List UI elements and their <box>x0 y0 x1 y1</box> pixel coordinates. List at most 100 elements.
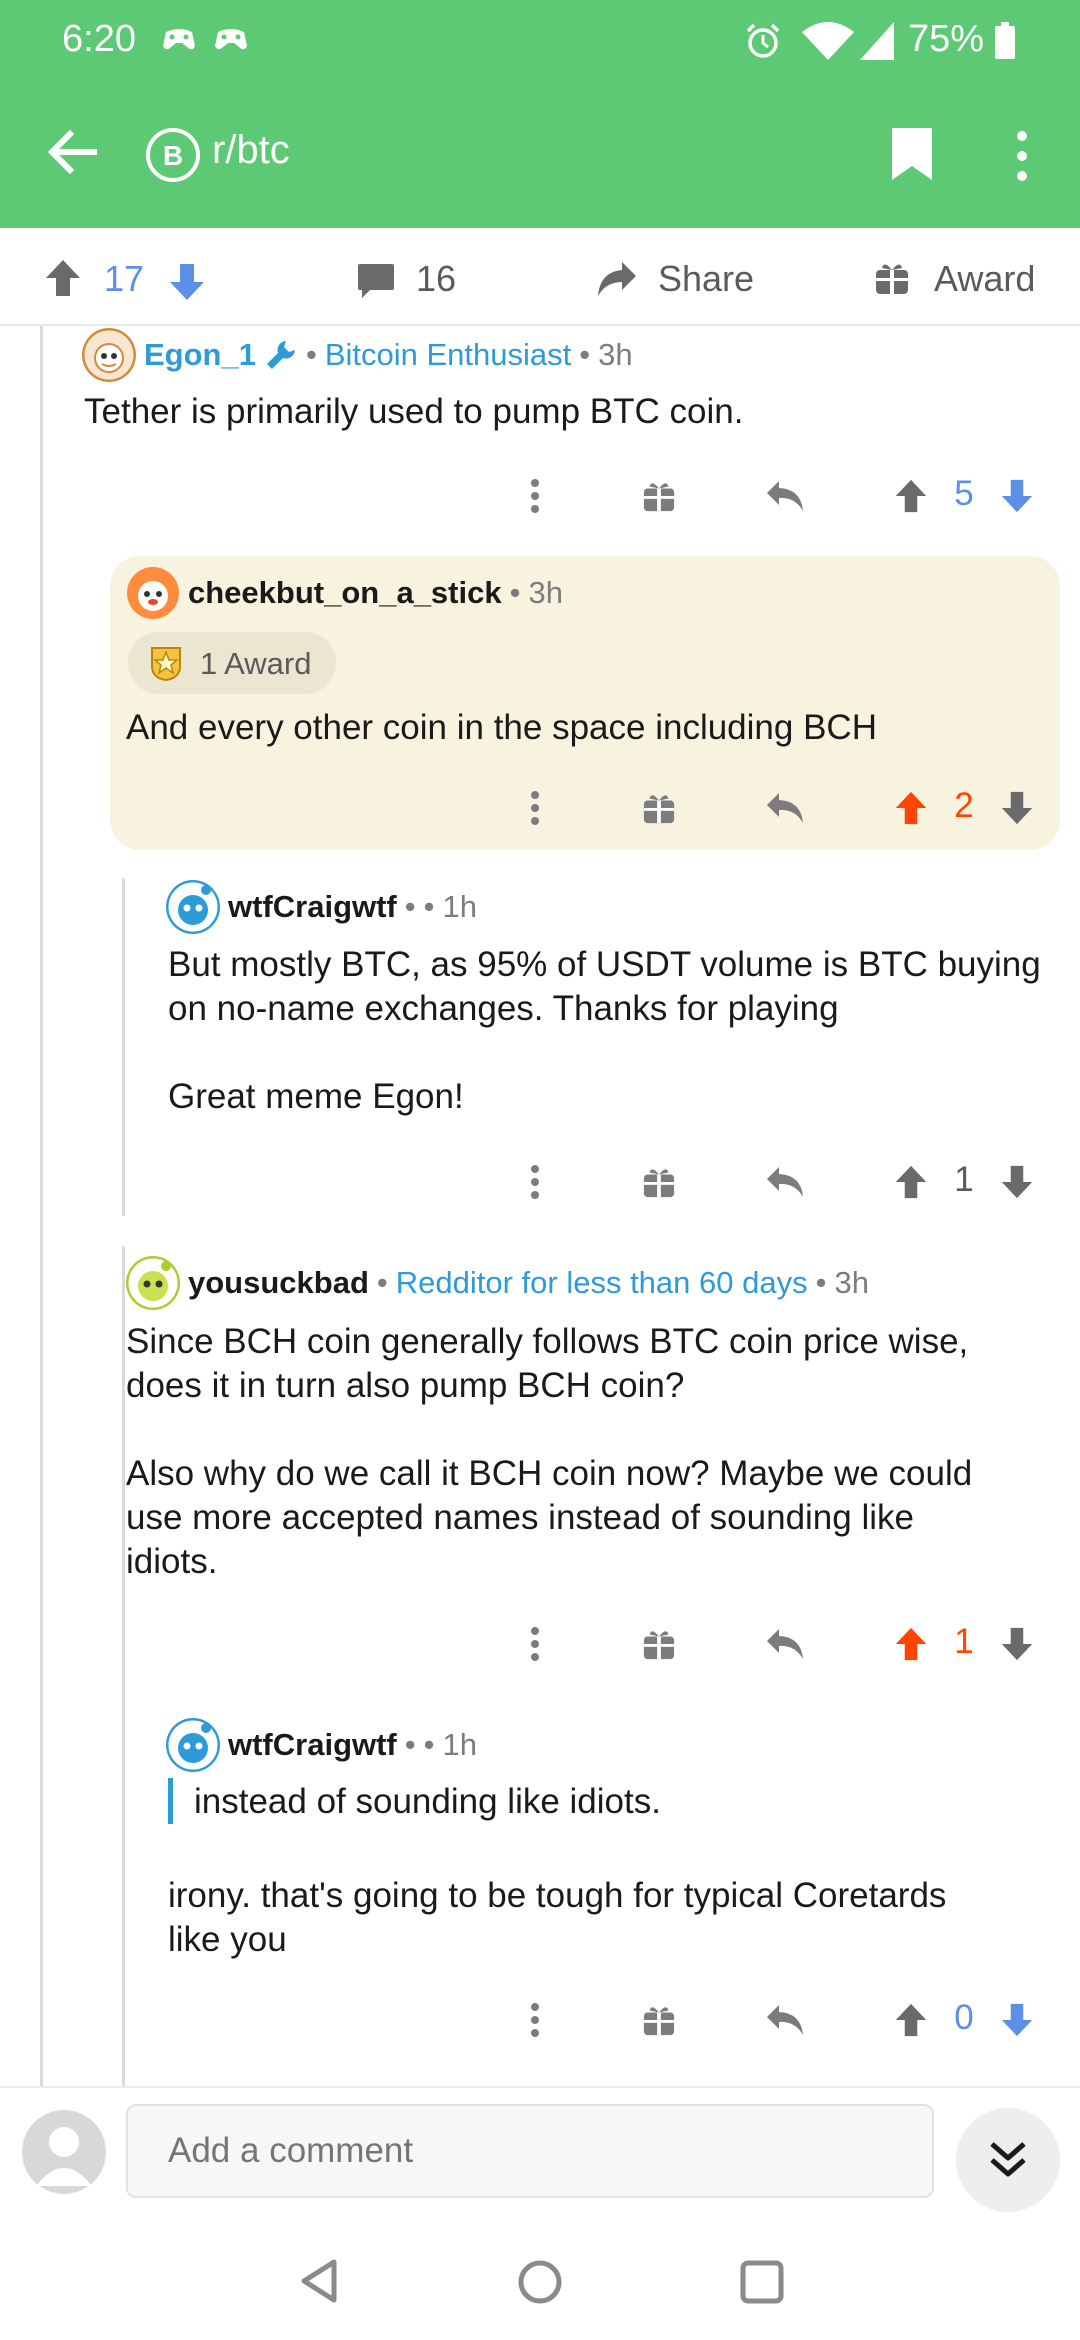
app-header: 6:20 75% B r/btc <box>0 0 1080 228</box>
back-arrow-icon[interactable] <box>40 120 104 184</box>
comment-count: 16 <box>416 258 457 299</box>
comment-body: irony. that's going to be tough for typi… <box>168 1876 947 1959</box>
username[interactable]: Egon_1 <box>144 337 256 373</box>
quote-bar <box>168 1778 173 1824</box>
comment-header: yousuckbad • Redditor for less than 60 d… <box>126 1256 869 1310</box>
separator: • <box>423 1727 435 1762</box>
upvote-icon[interactable] <box>886 1990 936 2050</box>
comment-actions: 0 <box>510 1990 1050 2050</box>
upvote-icon[interactable] <box>886 1152 936 1212</box>
more-options-icon[interactable] <box>510 1614 560 1674</box>
battery-percent: 75% <box>907 18 984 60</box>
comment-score: 5 <box>954 474 974 513</box>
post-action-bar: 17 16 Share Award <box>0 228 1080 326</box>
comment-actions: 1 <box>510 1614 1050 1674</box>
comment-body: And every other coin in the space includ… <box>126 708 877 747</box>
comment-quote: instead of sounding like idiots. <box>194 1782 661 1821</box>
username[interactable]: cheekbut_on_a_stick <box>188 575 502 611</box>
comment-input[interactable] <box>126 2104 934 2198</box>
subreddit-name[interactable]: r/btc <box>212 128 290 173</box>
user-flair[interactable]: Bitcoin Enthusiast <box>325 337 571 373</box>
gift-icon[interactable] <box>634 778 684 838</box>
comment-actions: 2 <box>510 778 1050 838</box>
gift-icon[interactable] <box>634 1990 684 2050</box>
more-options-icon[interactable] <box>1002 124 1042 188</box>
signal-icon <box>860 22 894 60</box>
more-options-icon[interactable] <box>510 778 560 838</box>
share-button[interactable]: Share <box>658 258 754 300</box>
gift-icon[interactable] <box>634 1152 684 1212</box>
thread-line[interactable] <box>122 1246 125 2086</box>
svg-text:B: B <box>163 140 183 171</box>
more-options-icon[interactable] <box>510 466 560 526</box>
alarm-icon <box>746 23 780 58</box>
comment-body: Since BCH coin generally follows BTC coi… <box>126 1322 973 1581</box>
more-options-icon[interactable] <box>510 1990 560 2050</box>
system-nav-bar <box>0 2236 1080 2340</box>
comment-header: Egon_1 • Bitcoin Enthusiast • 3h <box>82 328 633 382</box>
comment-bubble-icon[interactable] <box>356 262 396 300</box>
nav-back-icon[interactable] <box>298 2258 340 2304</box>
comment-score: 0 <box>954 1998 974 2037</box>
reply-icon[interactable] <box>760 778 810 838</box>
user-avatar[interactable] <box>22 2110 106 2194</box>
downvote-icon[interactable] <box>992 1152 1042 1212</box>
comment-actions: 1 <box>510 1152 1050 1212</box>
bookmark-icon[interactable] <box>888 126 936 182</box>
username[interactable]: wtfCraigwtf <box>228 889 397 925</box>
double-chevron-down-icon <box>990 2142 1026 2177</box>
avatar[interactable] <box>82 328 136 382</box>
wrench-icon <box>266 341 295 369</box>
upvote-icon[interactable] <box>44 258 82 298</box>
comment-body: But mostly BTC, as 95% of USDT volume is… <box>168 945 1041 1116</box>
post-score: 17 <box>104 258 145 299</box>
more-options-icon[interactable] <box>510 1152 560 1212</box>
downvote-icon[interactable] <box>992 1990 1042 2050</box>
gift-icon[interactable] <box>874 260 910 296</box>
gift-icon[interactable] <box>634 1614 684 1674</box>
comment-body: Tether is primarily used to pump BTC coi… <box>84 392 744 431</box>
avatar[interactable] <box>126 566 180 620</box>
comment-header: wtfCraigwtf • • 1h <box>166 1718 477 1772</box>
nav-recents-icon[interactable] <box>740 2260 784 2304</box>
comment-header: cheekbut_on_a_stick • 3h <box>126 566 563 620</box>
compose-bar <box>0 2086 1080 2236</box>
game-controller-icon <box>215 29 247 50</box>
comment-time: 3h <box>834 1265 869 1300</box>
comment-time: 1h <box>442 1727 477 1762</box>
avatar[interactable] <box>166 880 220 934</box>
downvote-icon[interactable] <box>992 778 1042 838</box>
share-icon[interactable] <box>596 260 638 298</box>
downvote-icon[interactable] <box>992 1614 1042 1674</box>
comment-time: 3h <box>528 575 563 610</box>
gift-icon[interactable] <box>634 466 684 526</box>
battery-icon <box>995 22 1015 59</box>
reply-icon[interactable] <box>760 1614 810 1674</box>
award-star-icon <box>151 647 181 682</box>
downvote-icon[interactable] <box>168 262 206 302</box>
comment-score: 1 <box>954 1160 974 1199</box>
reply-icon[interactable] <box>760 1990 810 2050</box>
collapse-threads-button[interactable] <box>956 2108 1060 2212</box>
upvote-icon[interactable] <box>886 778 936 838</box>
comment-actions: 5 <box>510 466 1050 526</box>
avatar[interactable] <box>126 1256 180 1310</box>
upvote-icon[interactable] <box>886 466 936 526</box>
comment-time: 3h <box>598 337 633 372</box>
thread-line[interactable] <box>40 326 43 2086</box>
reply-icon[interactable] <box>760 466 810 526</box>
subreddit-icon[interactable]: B <box>146 128 200 182</box>
award-count: 1 Award <box>200 646 312 681</box>
user-flair[interactable]: Redditor for less than 60 days <box>396 1265 808 1301</box>
wifi-icon <box>802 22 854 60</box>
downvote-icon[interactable] <box>992 466 1042 526</box>
username[interactable]: wtfCraigwtf <box>228 1727 397 1763</box>
award-button[interactable]: Award <box>934 258 1035 300</box>
reply-icon[interactable] <box>760 1152 810 1212</box>
thread-line[interactable] <box>122 878 125 1216</box>
nav-home-icon[interactable] <box>518 2260 562 2304</box>
separator: • <box>423 889 435 924</box>
upvote-icon[interactable] <box>886 1614 936 1674</box>
username[interactable]: yousuckbad <box>188 1265 369 1301</box>
avatar[interactable] <box>166 1718 220 1772</box>
